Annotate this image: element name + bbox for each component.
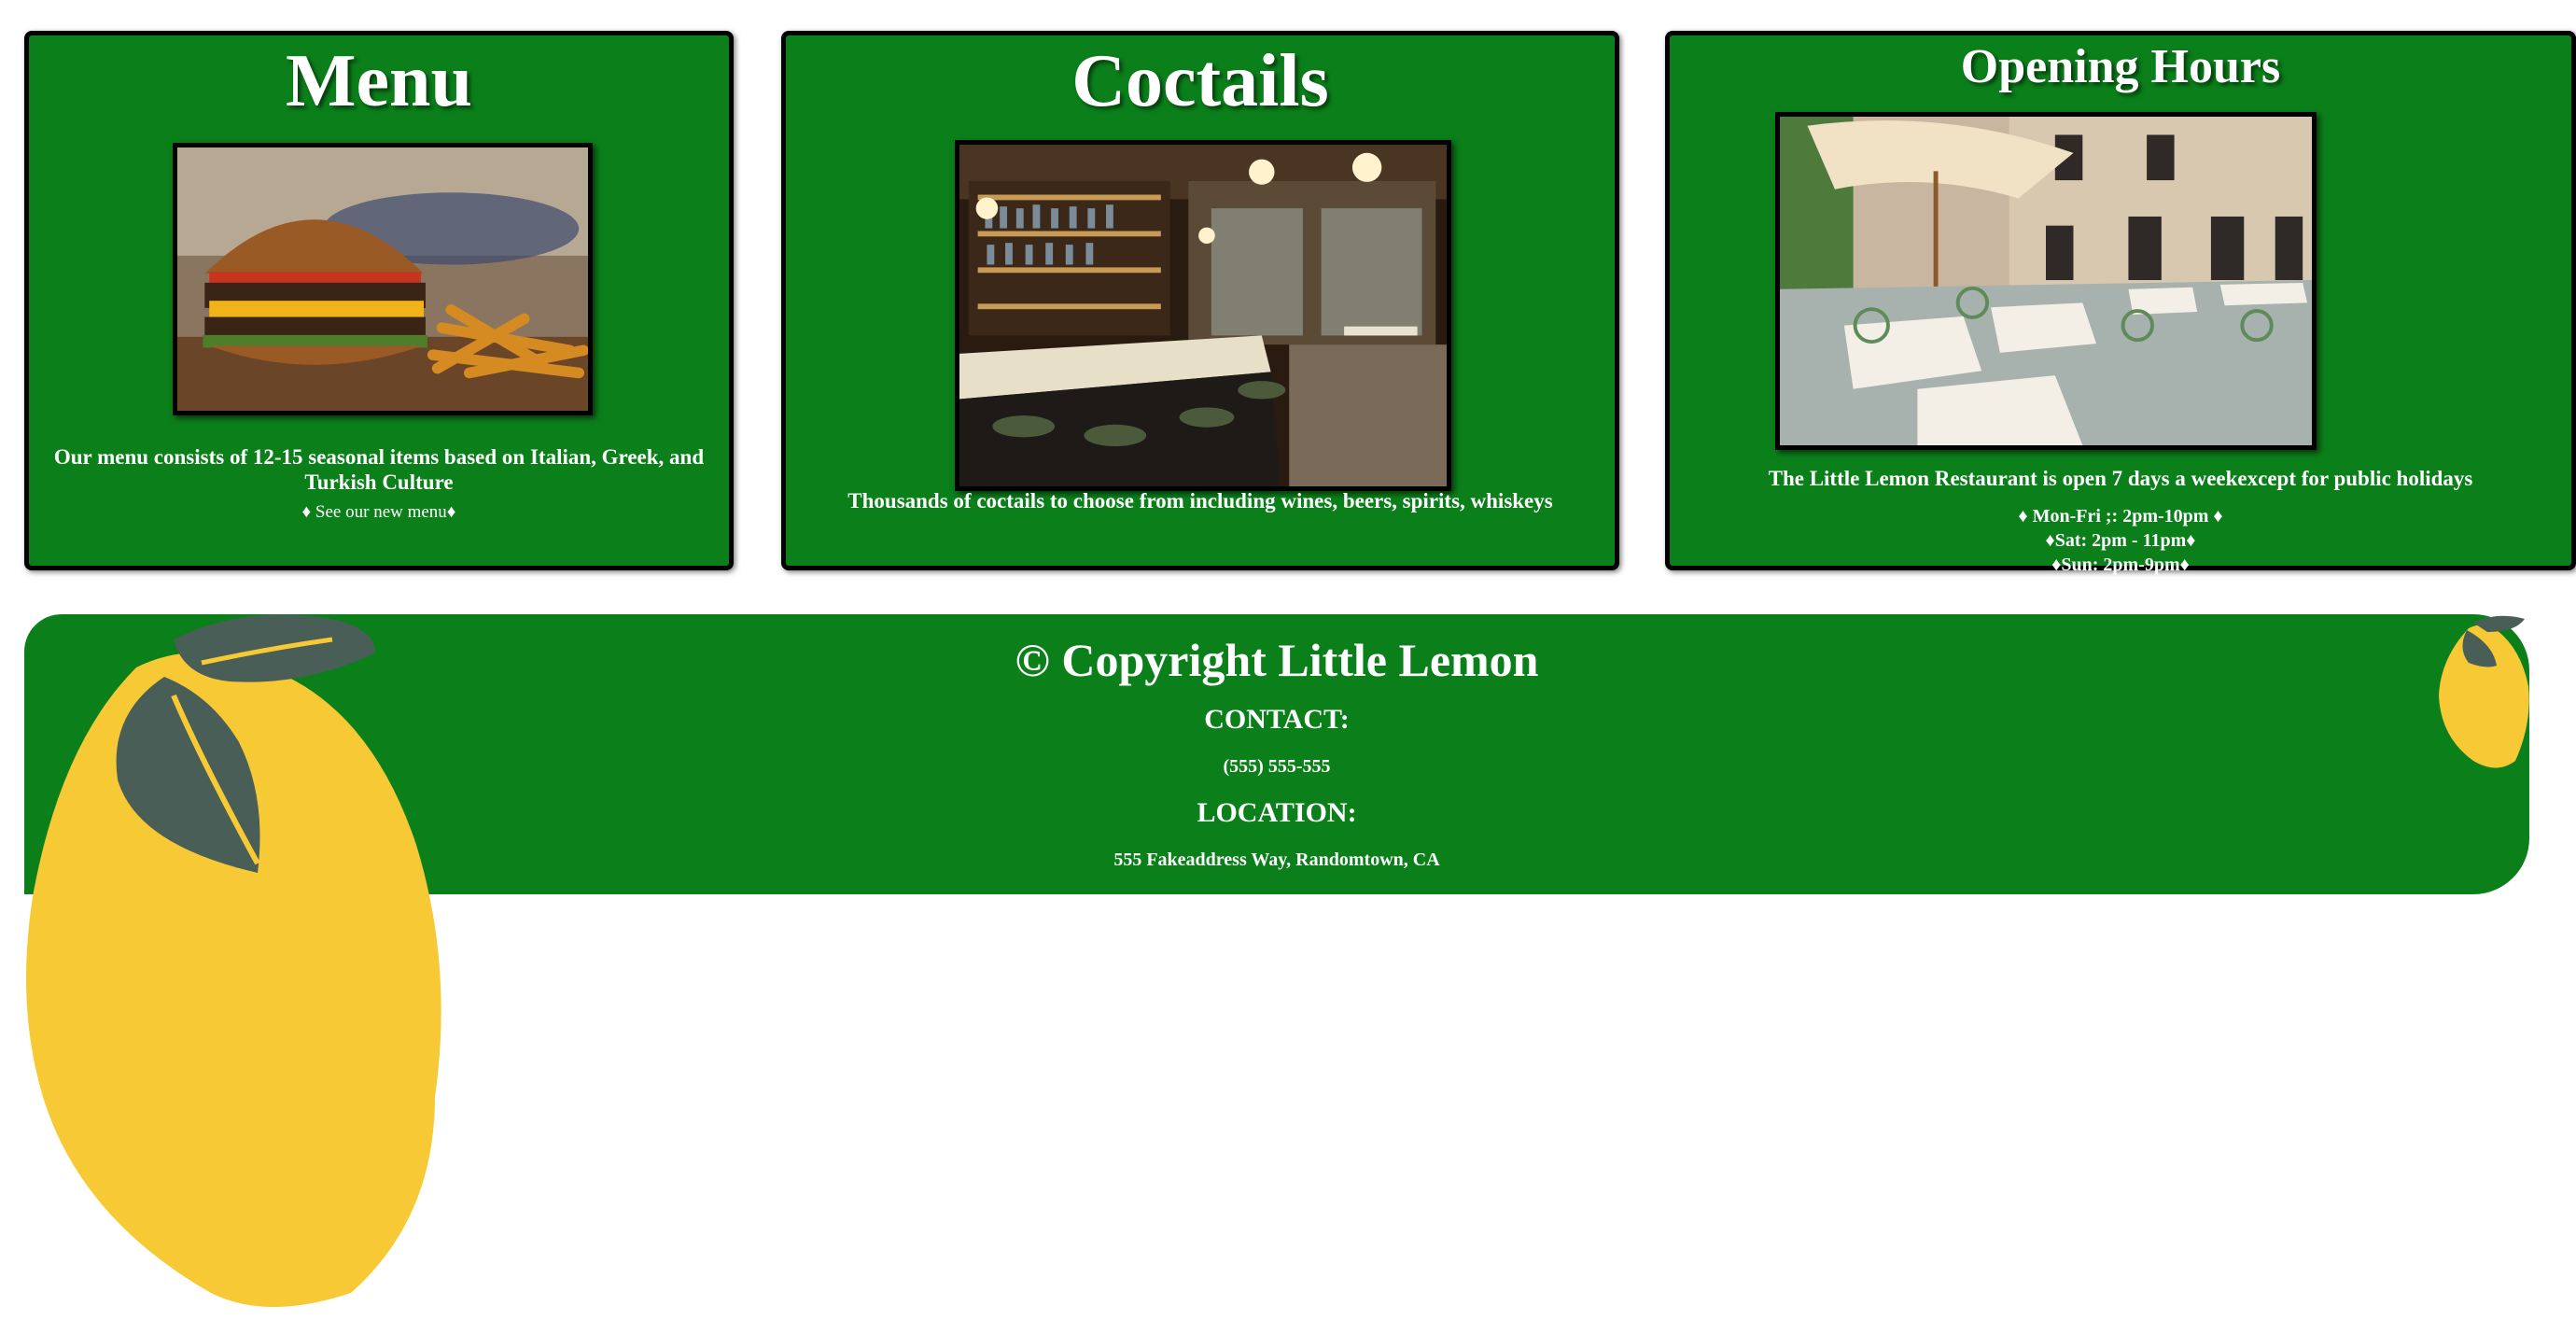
menu-photo: [173, 143, 593, 415]
hours-weekday: ♦ Mon-Fri ;: 2pm-10pm ♦: [2018, 506, 2223, 527]
menu-description: Our menu consists of 12-15 seasonal item…: [53, 445, 705, 494]
hours-sunday: ♦Sun: 2pm-9pm♦: [2051, 555, 2190, 575]
hours-description: The Little Lemon Restaurant is open 7 da…: [1768, 467, 2473, 490]
small-lemon-icon: [2439, 615, 2529, 768]
cocktails-photo: [955, 140, 1451, 491]
cocktails-description: Thousands of coctails to choose from inc…: [847, 489, 1553, 513]
hours-list: ♦ Mon-Fri ;: 2pm-10pm ♦ ♦Sat: 2pm - 11pm…: [1670, 504, 2571, 577]
hours-saturday: ♦Sat: 2pm - 11pm♦: [2045, 530, 2196, 551]
hours-card: Opening Hours The Little Lemon Restauran…: [1665, 31, 2576, 575]
courtyard-photo: [1775, 112, 2317, 450]
menu-title: Menu: [286, 40, 472, 122]
cocktails-card: Coctails Thousands of coctails to choose…: [781, 31, 1619, 570]
menu-card: Menu Our menu consists of 12-15 seasonal…: [24, 31, 734, 570]
cocktails-title: Coctails: [1071, 40, 1329, 122]
see-menu-link[interactable]: ♦ See our new menu♦: [29, 499, 729, 525]
large-lemon-icon: [26, 614, 441, 1307]
hours-title: Opening Hours: [1960, 40, 2281, 93]
